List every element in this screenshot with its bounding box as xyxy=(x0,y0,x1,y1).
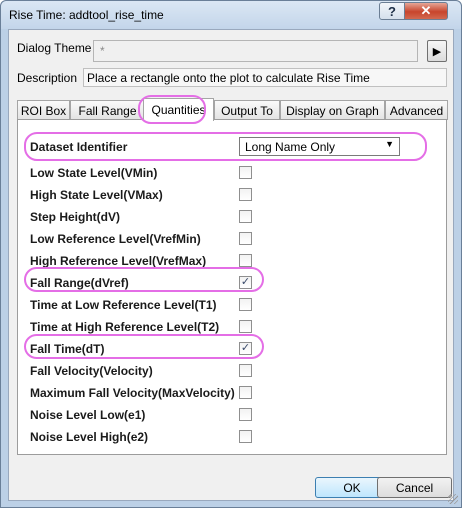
checkbox-time-at-high-reference-level[interactable] xyxy=(239,320,252,333)
checkbox-fall-time[interactable]: ✓ xyxy=(239,342,252,355)
dataset-identifier-select[interactable]: Long Name Only ▼ xyxy=(239,137,400,156)
dialog-theme-label: Dialog Theme xyxy=(17,41,92,55)
tab-fall-range[interactable]: Fall Range xyxy=(70,100,145,120)
tab-quantities[interactable]: Quantities xyxy=(143,98,214,121)
checkbox-fall-velocity[interactable] xyxy=(239,364,252,377)
theme-menu-button[interactable]: ▶ xyxy=(427,40,447,62)
dialog-window: Rise Time: addtool_rise_time ? ✕ Dialog … xyxy=(0,0,462,508)
close-button[interactable]: ✕ xyxy=(404,2,448,20)
row-label-fall-velocity: Fall Velocity(Velocity) xyxy=(30,364,153,378)
tab-roi-box[interactable]: ROI Box xyxy=(17,100,70,120)
window-title: Rise Time: addtool_rise_time xyxy=(9,8,164,22)
checkbox-fall-range[interactable]: ✓ xyxy=(239,276,252,289)
row-label-high-state-level: High State Level(VMax) xyxy=(30,188,163,202)
tab-output-to[interactable]: Output To xyxy=(214,100,280,120)
row-label-maximum-fall-velocity: Maximum Fall Velocity(MaxVelocity) xyxy=(30,386,235,400)
dialog-theme-field[interactable]: * xyxy=(93,40,418,62)
dataset-identifier-label: Dataset Identifier xyxy=(30,140,128,154)
checkbox-noise-level-high[interactable] xyxy=(239,430,252,443)
chevron-down-icon: ▼ xyxy=(385,139,394,149)
row-label-fall-time: Fall Time(dT) xyxy=(30,342,105,356)
checkbox-time-at-low-reference-level[interactable] xyxy=(239,298,252,311)
row-label-noise-level-high: Noise Level High(e2) xyxy=(30,430,149,444)
row-label-fall-range: Fall Range(dVref) xyxy=(30,276,129,290)
checkbox-maximum-fall-velocity[interactable] xyxy=(239,386,252,399)
resize-grip[interactable] xyxy=(448,494,458,504)
checkbox-low-reference-level[interactable] xyxy=(239,232,252,245)
help-button[interactable]: ? xyxy=(379,2,405,20)
row-label-low-state-level: Low State Level(VMin) xyxy=(30,166,158,180)
dataset-identifier-value: Long Name Only xyxy=(245,140,336,154)
row-label-low-reference-level: Low Reference Level(VrefMin) xyxy=(30,232,201,246)
checkbox-high-reference-level[interactable] xyxy=(239,254,252,267)
checkbox-high-state-level[interactable] xyxy=(239,188,252,201)
description-label: Description xyxy=(17,71,78,85)
dialog-body: Dialog Theme * ▶ Description Place a rec… xyxy=(8,29,454,501)
cancel-button[interactable]: Cancel xyxy=(377,477,452,498)
checkbox-low-state-level[interactable] xyxy=(239,166,252,179)
title-bar[interactable]: Rise Time: addtool_rise_time ? ✕ xyxy=(1,1,461,29)
checkbox-step-height[interactable] xyxy=(239,210,252,223)
row-label-noise-level-low: Noise Level Low(e1) xyxy=(30,408,146,422)
checkbox-noise-level-low[interactable] xyxy=(239,408,252,421)
description-field: Place a rectangle onto the plot to calcu… xyxy=(83,68,447,87)
row-label-time-at-high-reference-level: Time at High Reference Level(T2) xyxy=(30,320,220,334)
row-label-high-reference-level: High Reference Level(VrefMax) xyxy=(30,254,207,268)
quantities-panel: Dataset Identifier Long Name Only ▼ Low … xyxy=(17,119,447,455)
tab-advanced[interactable]: Advanced xyxy=(385,100,448,120)
tab-display-on-graph[interactable]: Display on Graph xyxy=(280,100,385,120)
row-label-time-at-low-reference-level: Time at Low Reference Level(T1) xyxy=(30,298,217,312)
row-label-step-height: Step Height(dV) xyxy=(30,210,120,224)
